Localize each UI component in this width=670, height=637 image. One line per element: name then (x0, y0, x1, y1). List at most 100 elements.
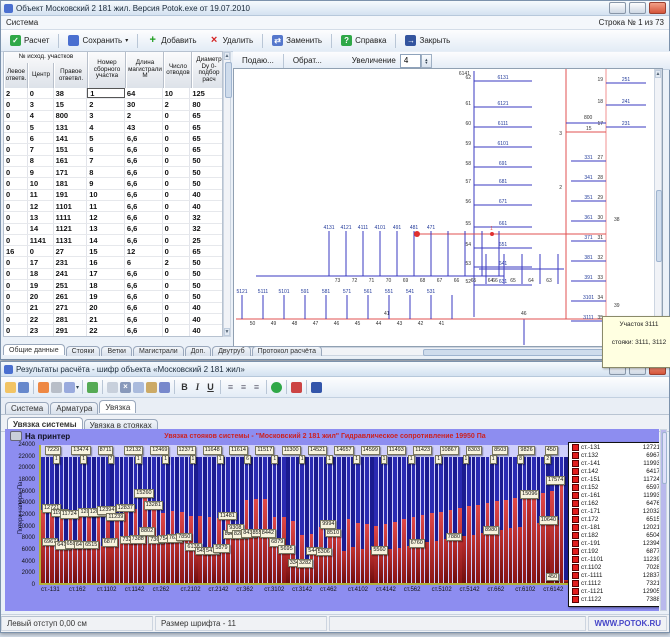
table-cell[interactable]: 10 (163, 88, 191, 98)
doc-vscroll[interactable] (660, 429, 667, 611)
table-row[interactable]: 018241176,6050 (4, 269, 223, 280)
table-cell[interactable]: 50 (190, 269, 223, 279)
supply-button[interactable]: Подаю... (236, 55, 280, 66)
table-cell[interactable]: 0 (4, 111, 28, 121)
table-cell[interactable]: 16 (4, 246, 28, 256)
table-cell[interactable]: 2 (4, 88, 28, 98)
tab-Увязка[interactable]: Увязка (99, 400, 136, 413)
table-cell[interactable]: 2 (163, 257, 191, 267)
table-row[interactable]: 0816176,6050 (4, 156, 223, 167)
cut-icon[interactable]: × (120, 382, 131, 393)
table-cell[interactable]: 1141 (28, 235, 54, 245)
tab-Доп.[interactable]: Доп. (185, 346, 211, 356)
table-cell[interactable]: 0 (163, 122, 191, 132)
table-row[interactable]: 011191106,6040 (4, 190, 223, 201)
table-cell[interactable]: 1121 (54, 224, 88, 234)
table-cell[interactable]: 15 (54, 99, 88, 109)
table-cell[interactable]: 6,6 (125, 178, 163, 188)
return-button[interactable]: Обрат... (287, 55, 328, 66)
table-row[interactable]: 0141121136,6032 (4, 224, 223, 235)
table-cell[interactable]: 0 (163, 156, 191, 166)
table-cell[interactable]: 6,6 (125, 201, 163, 211)
table-cell[interactable]: 151 (54, 144, 88, 154)
table-cell[interactable]: 0 (163, 280, 191, 290)
table-cell[interactable]: 6 (125, 257, 163, 267)
table-cell[interactable]: 0 (4, 257, 28, 267)
align-right-icon[interactable]: ≡ (251, 382, 262, 393)
find-icon[interactable] (107, 382, 118, 393)
table-cell[interactable]: 5 (28, 122, 54, 132)
table-cell[interactable]: 241 (54, 269, 88, 279)
table-cell[interactable]: 40 (190, 325, 223, 335)
table-cell[interactable]: 125 (190, 88, 223, 98)
table-cell[interactable]: 27 (54, 246, 88, 256)
table-cell[interactable]: 291 (54, 325, 88, 335)
table-cell[interactable]: 261 (54, 291, 88, 301)
table-cell[interactable]: 20 (28, 291, 54, 301)
table-cell[interactable]: 43 (125, 122, 163, 132)
table-cell[interactable]: 0 (4, 201, 28, 211)
table-cell[interactable]: 161 (54, 156, 88, 166)
table-cell[interactable]: 6,6 (125, 190, 163, 200)
table-cell[interactable]: 6,6 (125, 280, 163, 290)
preview-icon[interactable] (64, 382, 75, 393)
table-cell[interactable]: 0 (163, 133, 191, 143)
table-row[interactable]: 05131443065 (4, 122, 223, 133)
table-cell[interactable]: 50 (190, 280, 223, 290)
table-cell[interactable]: 21 (87, 314, 125, 324)
table-cell[interactable]: 40 (190, 314, 223, 324)
table-cell[interactable]: 30 (125, 99, 163, 109)
table-cell[interactable]: 5 (87, 133, 125, 143)
toolbar-button-добавить[interactable]: +Добавить (141, 33, 202, 48)
table-cell[interactable]: 1131 (54, 235, 88, 245)
grid-body[interactable]: 2038164101250315230280048003206505131443… (4, 88, 223, 337)
table-cell[interactable]: 0 (163, 269, 191, 279)
table-cell[interactable]: 0 (163, 325, 191, 335)
table-row[interactable]: 019251186,6050 (4, 280, 223, 291)
table-cell[interactable]: 171 (54, 167, 88, 177)
table-cell[interactable]: 6,6 (125, 156, 163, 166)
table-row[interactable]: 0715166,6065 (4, 144, 223, 155)
table-row[interactable]: 0480032065 (4, 111, 223, 122)
tab-Стояки[interactable]: Стояки (66, 346, 101, 356)
tab-Арматура[interactable]: Арматура (50, 402, 98, 414)
table-row[interactable]: 0614156,6065 (4, 133, 223, 144)
table-cell[interactable]: 6,6 (125, 291, 163, 301)
table-cell[interactable]: 2 (163, 99, 191, 109)
print-button[interactable]: На принтер (10, 431, 70, 441)
table-cell[interactable]: 32 (190, 224, 223, 234)
table-row[interactable]: 022281216,6040 (4, 314, 223, 325)
table-cell[interactable]: 65 (190, 246, 223, 256)
table-row[interactable]: 021271206,6040 (4, 303, 223, 314)
toolbar-button-расчет[interactable]: ✓Расчет (4, 33, 55, 48)
tab-Общие данные[interactable]: Общие данные (3, 344, 65, 355)
toolbar-button-заменить[interactable]: ⇄Заменить (266, 33, 328, 48)
table-cell[interactable]: 251 (54, 280, 88, 290)
table-cell[interactable]: 0 (163, 303, 191, 313)
table-cell[interactable]: 15 (87, 246, 125, 256)
table-cell[interactable]: 8 (28, 156, 54, 166)
table-cell[interactable]: 0 (4, 144, 28, 154)
grid-scrollbar[interactable]: ▲ ▼ (223, 51, 231, 337)
table-row[interactable]: 160271512065 (4, 246, 223, 257)
table-cell[interactable]: 18 (28, 269, 54, 279)
table-cell[interactable]: 1111 (54, 212, 88, 222)
table-cell[interactable]: 131 (54, 122, 88, 132)
table-cell[interactable]: 4 (87, 122, 125, 132)
table-cell[interactable]: 0 (28, 88, 54, 98)
table-cell[interactable]: 50 (190, 291, 223, 301)
copy-icon[interactable] (133, 382, 144, 393)
table-cell[interactable]: 11 (87, 201, 125, 211)
maximize-button[interactable] (629, 2, 646, 14)
table-cell[interactable]: 9 (87, 178, 125, 188)
table-cell[interactable]: 1101 (54, 201, 88, 211)
zoom-spinner[interactable]: ▲▼ (421, 54, 432, 68)
table-cell[interactable]: 0 (4, 224, 28, 234)
table-cell[interactable]: 40 (190, 303, 223, 313)
table-cell[interactable]: 0 (4, 325, 28, 335)
table-cell[interactable]: 3 (87, 111, 125, 121)
table-cell[interactable]: 6 (28, 133, 54, 143)
table-cell[interactable]: 6,6 (125, 167, 163, 177)
table-row[interactable]: 0121101116,6040 (4, 201, 223, 212)
titlebar[interactable]: Результаты расчёта - шифр объекта «Моско… (1, 362, 669, 377)
